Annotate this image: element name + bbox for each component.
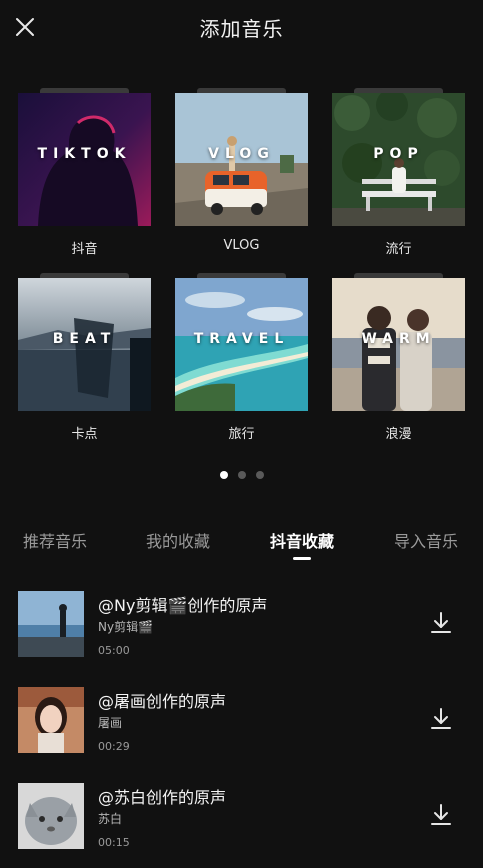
- page-title: 添加音乐: [199, 17, 284, 41]
- category-card-travel[interactable]: TRAVEL 旅行: [175, 273, 308, 442]
- category-card-warm[interactable]: WARM 浪漫: [332, 273, 465, 442]
- category-label: 抖音: [71, 242, 98, 257]
- category-card-pop[interactable]: POP 流行: [332, 88, 465, 257]
- tab-douyin-favorites[interactable]: 抖音收藏: [270, 528, 335, 560]
- page-dot-1[interactable]: [219, 471, 228, 479]
- song-title: @苏白创作的原声: [98, 788, 227, 807]
- category-label: 卡点: [71, 427, 98, 442]
- song-title: @屠画创作的原声: [98, 692, 227, 711]
- song-cover-image: [18, 591, 84, 657]
- category-cover-text: VLOG: [208, 146, 275, 162]
- download-icon[interactable]: [428, 610, 454, 636]
- music-tabs: 推荐音乐 我的收藏 抖音收藏 导入音乐: [0, 528, 483, 564]
- category-card-vlog[interactable]: VLOG VLOG: [175, 88, 308, 253]
- header-bar: 添加音乐: [0, 0, 483, 56]
- category-card-beat[interactable]: BEAT 卡点: [18, 273, 151, 442]
- page-dot-2[interactable]: [237, 471, 246, 479]
- song-duration: 00:29: [98, 740, 130, 753]
- category-label: 流行: [385, 242, 412, 257]
- song-title: @Ny剪辑🎬创作的原声: [98, 596, 268, 615]
- page-dot-3[interactable]: [255, 471, 264, 479]
- song-cover-image: [18, 687, 84, 753]
- category-cover-text: BEAT: [52, 331, 117, 347]
- download-icon[interactable]: [428, 802, 454, 828]
- tab-recommended-music[interactable]: 推荐音乐: [23, 528, 87, 552]
- category-card-tiktok[interactable]: TIKTOK 抖音: [18, 88, 151, 257]
- song-duration: 00:15: [98, 836, 130, 849]
- list-item[interactable]: @Ny剪辑🎬创作的原声 Ny剪辑🎬 05:00: [0, 588, 483, 668]
- song-duration: 05:00: [98, 644, 130, 657]
- category-label: 浪漫: [385, 427, 412, 442]
- page-indicator: [0, 464, 483, 479]
- tab-label: 抖音收藏: [270, 532, 335, 551]
- category-cover-text: TIKTOK: [37, 146, 132, 162]
- song-artist: 屠画: [98, 716, 123, 730]
- tab-import-music[interactable]: 导入音乐: [394, 528, 458, 552]
- song-cover-image: [18, 783, 84, 849]
- song-artist: Ny剪辑🎬: [98, 620, 154, 634]
- song-artist: 苏白: [98, 812, 123, 826]
- category-cover-text: TRAVEL: [193, 331, 290, 347]
- list-item[interactable]: @苏白创作的原声 苏白 00:15: [0, 780, 483, 860]
- category-label: VLOG: [223, 238, 260, 253]
- category-cover-text: POP: [373, 146, 424, 162]
- active-tab-indicator: [293, 557, 311, 560]
- download-icon[interactable]: [428, 706, 454, 732]
- list-item[interactable]: @屠画创作的原声 屠画 00:29: [0, 684, 483, 764]
- category-label: 旅行: [228, 427, 255, 442]
- tab-my-favorites[interactable]: 我的收藏: [146, 528, 210, 552]
- category-cover-text: WARM: [361, 331, 436, 347]
